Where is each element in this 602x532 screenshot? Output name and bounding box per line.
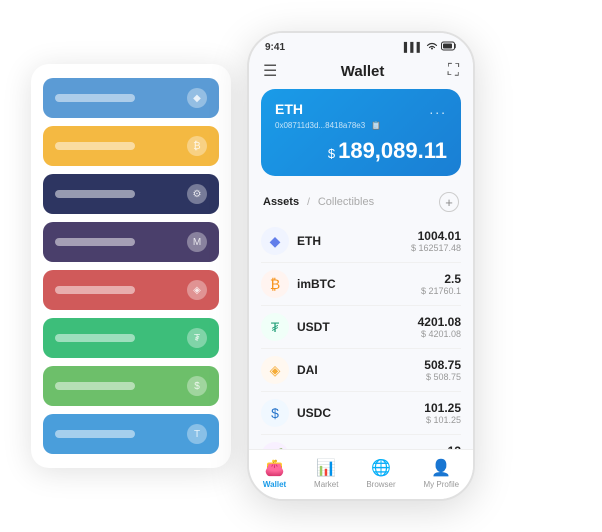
card-icon: $ [187,376,207,396]
asset-icon-tft: 🌿 [261,442,289,449]
status-icons: ▌▌▌ [404,41,457,53]
phone-header: ☰ Wallet ⛶ [249,57,473,89]
asset-item[interactable]: ◈ DAI 508.75 $ 508.75 [261,349,461,392]
status-time: 9:41 [265,42,285,53]
asset-icon-imbtc: ₿ [261,270,289,298]
card-bar [55,238,135,246]
card-icon: T [187,424,207,444]
nav-item-market[interactable]: 📊 Market [314,458,338,489]
asset-amounts-eth: 1004.01 $ 162517.48 [411,229,461,253]
card-stack-item[interactable]: ⚙ [43,174,219,214]
card-bar [55,190,135,198]
card-icon: ◆ [187,88,207,108]
card-bar [55,94,135,102]
asset-amount-main: 2.5 [421,272,461,286]
asset-name-imbtc: imBTC [297,277,421,291]
card-stack-item[interactable]: ◈ [43,270,219,310]
menu-icon[interactable]: ☰ [263,61,277,81]
asset-amount-main: 508.75 [424,358,461,372]
eth-address: 0x08711d3d...8418a78e3 📋 [275,121,447,130]
asset-name-usdt: USDT [297,320,418,334]
card-bar [55,286,135,294]
assets-separator: / [307,197,310,208]
asset-icon-usdc: $ [261,399,289,427]
asset-amount-main: 4201.08 [418,315,461,329]
asset-item[interactable]: ₿ imBTC 2.5 $ 21760.1 [261,263,461,306]
assets-tab-active[interactable]: Assets [263,196,299,208]
card-stack: ◆ ₿ ⚙ M ◈ ₮ $ T [31,64,231,468]
card-stack-item[interactable]: T [43,414,219,454]
card-stack-item[interactable]: $ [43,366,219,406]
wallet-title: Wallet [341,63,385,80]
card-bar [55,430,135,438]
eth-card-top: ETH ... [275,101,447,117]
asset-amounts-dai: 508.75 $ 508.75 [424,358,461,382]
card-bar [55,382,135,390]
eth-amount: $189,089.11 [275,138,447,164]
nav-item-browser[interactable]: 🌐 Browser [366,458,395,489]
card-stack-item[interactable]: ◆ [43,78,219,118]
nav-icon: 👛 [265,458,285,478]
card-bar [55,142,135,150]
nav-item-my-profile[interactable]: 👤 My Profile [424,458,460,489]
eth-card-menu[interactable]: ... [429,101,447,117]
asset-amount-usd: $ 508.75 [424,372,461,382]
asset-amounts-usdt: 4201.08 $ 4201.08 [418,315,461,339]
asset-name-dai: DAI [297,363,424,377]
asset-item[interactable]: $ USDC 101.25 $ 101.25 [261,392,461,435]
asset-name-usdc: USDC [297,406,424,420]
nav-label: Market [314,480,338,489]
card-icon: ₿ [187,136,207,156]
add-asset-button[interactable]: + [439,192,459,212]
nav-icon: 🌐 [371,458,391,478]
nav-item-wallet[interactable]: 👛 Wallet [263,458,286,489]
card-bar [55,334,135,342]
eth-card[interactable]: ETH ... 0x08711d3d...8418a78e3 📋 $189,08… [261,89,461,176]
nav-icon: 👤 [431,458,451,478]
asset-icon-usdt: ₮ [261,313,289,341]
asset-amount-main: 101.25 [424,401,461,415]
eth-card-label: ETH [275,101,303,117]
asset-item[interactable]: 🌿 TFT 13 0 [261,435,461,449]
asset-amount-usd: $ 101.25 [424,415,461,425]
asset-icon-eth: ◆ [261,227,289,255]
phone-screen: 9:41 ▌▌▌ [249,33,473,499]
asset-amount-main: 1004.01 [411,229,461,243]
nav-label: Wallet [263,480,286,489]
scene: ◆ ₿ ⚙ M ◈ ₮ $ T 9:41 ▌▌▌ [11,11,591,521]
asset-item[interactable]: ₮ USDT 4201.08 $ 4201.08 [261,306,461,349]
asset-amounts-usdc: 101.25 $ 101.25 [424,401,461,425]
assets-tabs: Assets / Collectibles [263,196,374,208]
asset-icon-dai: ◈ [261,356,289,384]
phone-mockup: 9:41 ▌▌▌ [247,31,475,501]
battery-icon [441,41,457,53]
bottom-nav: 👛 Wallet 📊 Market 🌐 Browser 👤 My Profile [249,449,473,499]
asset-name-eth: ETH [297,234,411,248]
card-icon: ₮ [187,328,207,348]
assets-header: Assets / Collectibles + [249,186,473,220]
nav-label: My Profile [424,480,460,489]
card-icon: M [187,232,207,252]
signal-icon: ▌▌▌ [404,42,423,52]
status-bar: 9:41 ▌▌▌ [249,33,473,57]
expand-icon[interactable]: ⛶ [448,62,459,80]
asset-list: ◆ ETH 1004.01 $ 162517.48 ₿ imBTC 2.5 $ … [249,220,473,449]
assets-tab-collectibles[interactable]: Collectibles [318,196,374,208]
card-icon: ⚙ [187,184,207,204]
card-stack-item[interactable]: M [43,222,219,262]
card-stack-item[interactable]: ₮ [43,318,219,358]
asset-amount-usd: $ 21760.1 [421,286,461,296]
nav-icon: 📊 [316,458,336,478]
card-icon: ◈ [187,280,207,300]
asset-amounts-imbtc: 2.5 $ 21760.1 [421,272,461,296]
asset-amount-usd: $ 4201.08 [418,329,461,339]
nav-label: Browser [366,480,395,489]
card-stack-item[interactable]: ₿ [43,126,219,166]
asset-item[interactable]: ◆ ETH 1004.01 $ 162517.48 [261,220,461,263]
asset-amount-usd: $ 162517.48 [411,243,461,253]
wifi-icon [426,41,438,53]
